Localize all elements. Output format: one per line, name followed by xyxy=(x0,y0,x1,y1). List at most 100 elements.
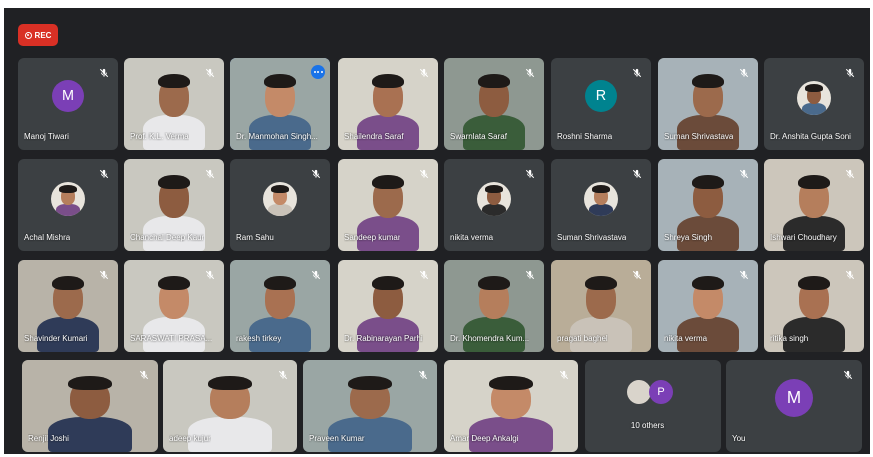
participant-tile[interactable]: Ishwari Choudhary xyxy=(764,159,864,251)
participant-tile[interactable]: Ram Sahu xyxy=(230,159,330,251)
photo-hair xyxy=(59,185,77,193)
mic-off-icon xyxy=(739,267,749,280)
person-hair xyxy=(797,275,831,291)
participant-name: Dr. Khomendra Kum... xyxy=(450,334,530,343)
participant-tile[interactable]: Swarnlata Saraf xyxy=(444,58,544,150)
mic-off-icon xyxy=(525,65,535,78)
photo-body xyxy=(482,204,506,216)
participant-tile[interactable]: Amar Deep Ankalgi xyxy=(444,360,578,452)
participant-name: Achal Mishra xyxy=(24,233,71,242)
photo-body xyxy=(56,204,80,216)
mic-off-icon xyxy=(139,367,149,380)
participant-tile[interactable]: SARASWATI PRASA... xyxy=(124,260,224,352)
recording-label: REC xyxy=(34,30,52,40)
participant-name: adeep kujur xyxy=(169,434,211,443)
participant-name: pragati baghel xyxy=(557,334,608,343)
mic-off-icon xyxy=(739,166,749,179)
participant-tile[interactable]: Praveen Kumar xyxy=(303,360,437,452)
participant-name: Shreya Singh xyxy=(664,233,713,242)
participant-tile[interactable]: Shailendra Saraf xyxy=(338,58,438,150)
mic-off-icon xyxy=(99,166,109,179)
person-hair xyxy=(263,73,297,89)
participant-tile[interactable]: Shreya Singh xyxy=(658,159,758,251)
participant-tile[interactable]: Dr. Anshita Gupta Soni xyxy=(764,58,864,150)
participant-tile[interactable]: Dr. Khomendra Kum... xyxy=(444,260,544,352)
participant-name: Swarnlata Saraf xyxy=(450,132,507,141)
participant-name: Roshni Sharma xyxy=(557,132,613,141)
participant-tile[interactable]: Sandeep kumar xyxy=(338,159,438,251)
person-hair xyxy=(208,375,252,391)
mic-off-icon xyxy=(205,267,215,280)
mic-off-icon xyxy=(632,166,642,179)
profile-photo xyxy=(797,81,831,115)
meet-window: { "recording": {"label": "REC"}, "colors… xyxy=(0,0,873,457)
person-hair xyxy=(263,275,297,291)
participant-name: Renjil Joshi xyxy=(28,434,69,443)
participant-tile[interactable]: rakesh tirkey xyxy=(230,260,330,352)
others-tile[interactable]: P 10 others xyxy=(585,360,721,452)
mic-off-icon xyxy=(278,367,288,380)
participant-name: Suman Shrivastava xyxy=(664,132,734,141)
mic-off-icon xyxy=(205,65,215,78)
dot-icon xyxy=(317,71,319,73)
participant-tile[interactable]: Dr. Rabinarayan Parhi xyxy=(338,260,438,352)
participant-tile[interactable]: adeep kujur xyxy=(163,360,297,452)
mic-off-icon xyxy=(739,65,749,78)
participant-name: nikita verma xyxy=(664,334,708,343)
other-participant-photo xyxy=(627,380,651,404)
mic-off-icon xyxy=(205,166,215,179)
mic-off-icon xyxy=(845,166,855,179)
avatar: R xyxy=(585,80,617,112)
participant-tile[interactable]: nikita verma xyxy=(658,260,758,352)
self-tile[interactable]: M You xyxy=(726,360,862,452)
mic-off-icon xyxy=(559,367,569,380)
participant-name: Dr. Anshita Gupta Soni xyxy=(770,132,851,141)
mic-off-icon xyxy=(311,166,321,179)
participant-tile[interactable]: nikita verma xyxy=(444,159,544,251)
participant-name: SARASWATI PRASA... xyxy=(130,334,213,343)
more-options-button[interactable] xyxy=(311,65,325,79)
photo-hair xyxy=(805,84,823,92)
profile-photo xyxy=(263,182,297,216)
dot-icon xyxy=(313,71,316,73)
participant-name: ritika singh xyxy=(770,334,809,343)
mic-off-icon xyxy=(843,367,853,380)
participant-tile[interactable]: Dr. Manmohan Singh... xyxy=(230,58,330,150)
person-hair xyxy=(477,73,511,89)
participant-tile[interactable]: Chanchal Deep Kaur xyxy=(124,159,224,251)
person-hair xyxy=(691,275,725,291)
mic-off-icon xyxy=(419,267,429,280)
participant-name: nikita verma xyxy=(450,233,494,242)
recording-indicator[interactable]: REC xyxy=(18,24,58,46)
person-hair xyxy=(371,275,405,291)
mic-off-icon xyxy=(845,267,855,280)
participant-tile[interactable]: Suman Shrivastava xyxy=(551,159,651,251)
participant-name: Chanchal Deep Kaur xyxy=(130,233,205,242)
participant-tile[interactable]: Achal Mishra xyxy=(18,159,118,251)
participant-name: Sandeep kumar xyxy=(344,233,401,242)
participant-tile[interactable]: M Manoj Tiwari xyxy=(18,58,118,150)
person-hair xyxy=(797,174,831,190)
photo-body xyxy=(589,204,613,216)
photo-hair xyxy=(271,185,289,193)
participant-tile[interactable]: R Roshni Sharma xyxy=(551,58,651,150)
participant-tile[interactable]: Prof. K.L. Verma xyxy=(124,58,224,150)
participant-tile[interactable]: pragati baghel xyxy=(551,260,651,352)
participant-name: You xyxy=(732,434,746,443)
person-hair xyxy=(489,375,533,391)
participant-name: Suman Shrivastava xyxy=(557,233,627,242)
participant-tile[interactable]: ritika singh xyxy=(764,260,864,352)
mic-off-icon xyxy=(99,267,109,280)
participant-tile[interactable]: Suman Shrivastava xyxy=(658,58,758,150)
participant-name: Dr. Manmohan Singh... xyxy=(236,132,318,141)
photo-body xyxy=(268,204,292,216)
participant-tile[interactable]: Renjil Joshi xyxy=(22,360,158,452)
mic-off-icon xyxy=(525,267,535,280)
person-hair xyxy=(691,73,725,89)
record-icon xyxy=(24,31,32,39)
mic-off-icon xyxy=(632,267,642,280)
person-hair xyxy=(371,73,405,89)
other-participant-avatar: P xyxy=(649,380,673,404)
participant-tile[interactable]: Shavinder Kumari xyxy=(18,260,118,352)
person-hair xyxy=(371,174,405,190)
